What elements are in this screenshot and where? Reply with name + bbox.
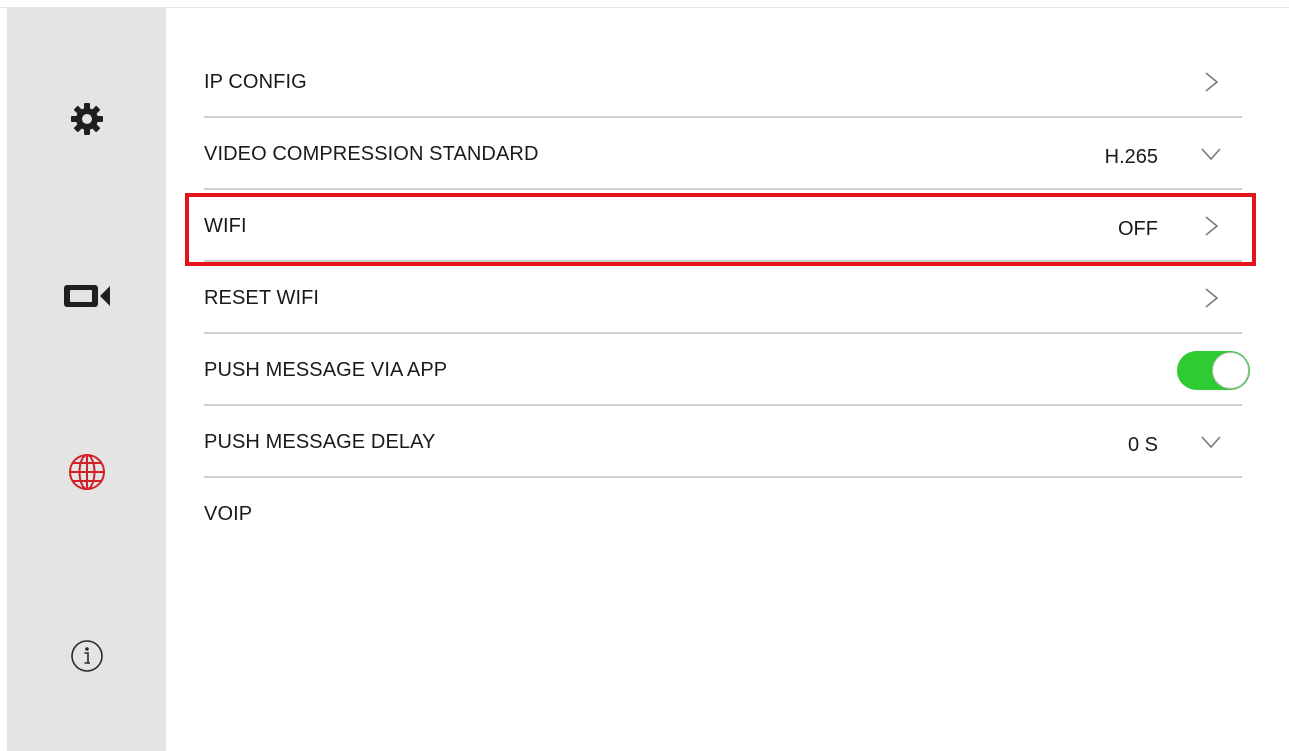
chevron-right-icon[interactable] — [1200, 287, 1222, 309]
setting-value: OFF — [1118, 218, 1158, 240]
setting-label: PUSH MESSAGE DELAY — [204, 431, 436, 453]
settings-screen: IP CONFIG VIDEO COMPRESSION STANDARD H.2… — [0, 0, 1289, 751]
toggle-knob — [1212, 352, 1249, 389]
info-icon — [70, 639, 104, 673]
setting-row-push-message-app[interactable]: PUSH MESSAGE VIA APP — [204, 334, 1250, 406]
globe-icon — [67, 452, 107, 492]
sidebar-item-info[interactable] — [7, 628, 166, 684]
setting-row-push-message-delay[interactable]: PUSH MESSAGE DELAY 0 S — [204, 406, 1242, 478]
top-divider — [0, 7, 1289, 8]
sidebar-item-video[interactable] — [7, 268, 166, 324]
setting-label: WIFI — [204, 215, 247, 237]
setting-value: 0 S — [1127, 434, 1158, 456]
chevron-down-icon[interactable] — [1200, 431, 1222, 453]
settings-list: IP CONFIG VIDEO COMPRESSION STANDARD H.2… — [204, 46, 1250, 550]
sidebar — [7, 8, 166, 751]
setting-row-voip[interactable]: VOIP — [204, 478, 1242, 550]
setting-label: PUSH MESSAGE VIA APP — [204, 359, 448, 381]
setting-row-video-compression[interactable]: VIDEO COMPRESSION STANDARD H.265 — [204, 118, 1242, 190]
video-camera-icon — [62, 282, 112, 310]
push-message-toggle[interactable] — [1177, 351, 1250, 390]
setting-row-wifi[interactable]: WIFI OFF — [204, 190, 1242, 262]
sidebar-item-general[interactable] — [7, 91, 166, 147]
gear-icon — [69, 101, 105, 137]
chevron-down-icon[interactable] — [1200, 143, 1222, 165]
setting-value: H.265 — [1104, 146, 1158, 168]
sidebar-item-network[interactable] — [7, 444, 166, 500]
chevron-right-icon[interactable] — [1200, 71, 1222, 93]
setting-label: IP CONFIG — [204, 71, 307, 93]
setting-label: VIDEO COMPRESSION STANDARD — [204, 143, 539, 165]
setting-row-ip-config[interactable]: IP CONFIG — [204, 46, 1242, 118]
chevron-right-icon[interactable] — [1200, 215, 1222, 237]
setting-label: RESET WIFI — [204, 287, 320, 309]
setting-label: VOIP — [204, 503, 253, 525]
setting-row-reset-wifi[interactable]: RESET WIFI — [204, 262, 1242, 334]
